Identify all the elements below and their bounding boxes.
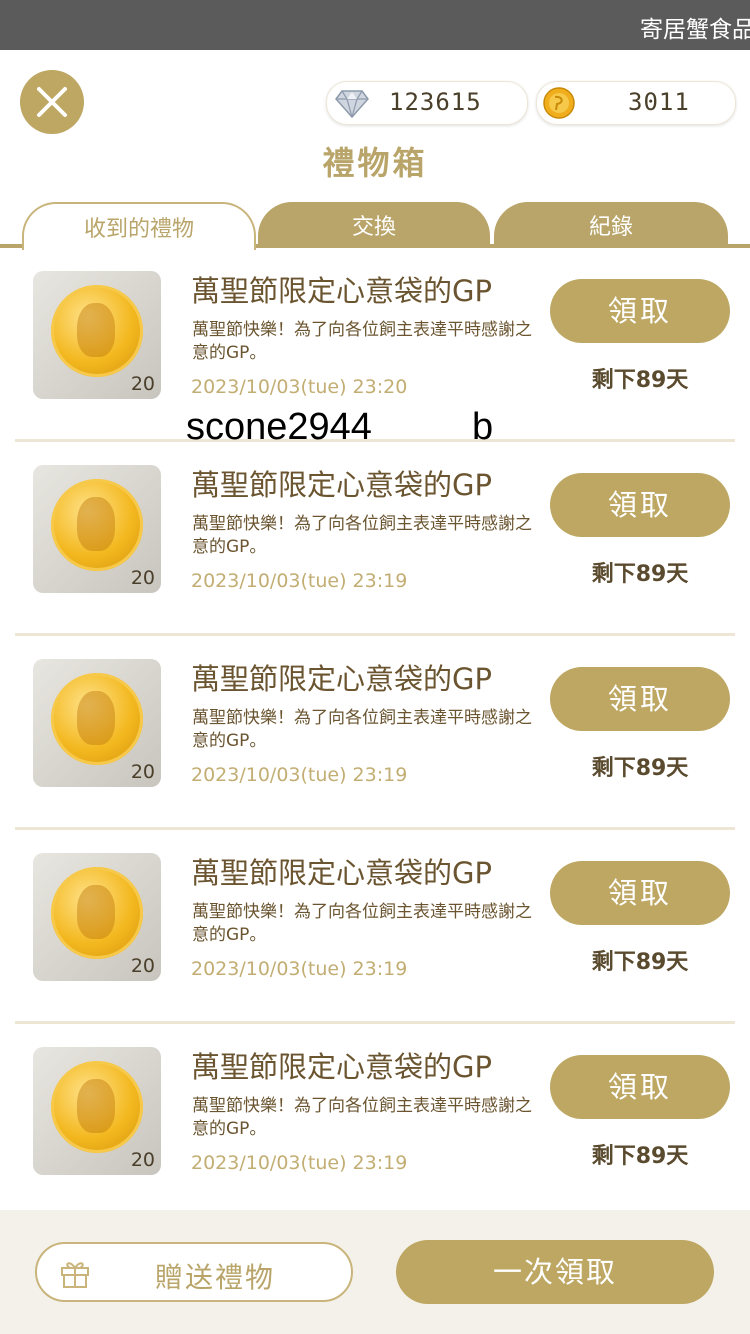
gift-date: 2023/10/03(tue) 23:19 bbox=[191, 570, 408, 592]
gift-date: 2023/10/03(tue) 23:20 bbox=[191, 376, 408, 398]
gift-description: 萬聖節快樂！為了向各位飼主表達平時感謝之意的GP。 bbox=[192, 320, 532, 363]
gp-coin-icon bbox=[51, 867, 143, 959]
gift-date: 2023/10/03(tue) 23:19 bbox=[191, 1152, 408, 1174]
gift-row: 20 萬聖節限定心意袋的GP 萬聖節快樂！為了向各位飼主表達平時感謝之意的GP。… bbox=[0, 830, 750, 1024]
gift-title: 萬聖節限定心意袋的GP bbox=[191, 856, 492, 890]
gift-quantity: 20 bbox=[130, 567, 155, 589]
gift-description: 萬聖節快樂！為了向各位飼主表達平時感謝之意的GP。 bbox=[192, 708, 532, 751]
days-remaining: 剩下89天 bbox=[591, 1144, 689, 1169]
gift-row: 20 萬聖節限定心意袋的GP 萬聖節快樂！為了向各位飼主表達平時感謝之意的GP。… bbox=[0, 1024, 750, 1218]
coin-balance: 3011 bbox=[536, 81, 736, 125]
days-remaining: 剩下89天 bbox=[591, 756, 689, 781]
coin-icon bbox=[543, 87, 575, 119]
claim-button[interactable]: 領取 bbox=[550, 667, 730, 731]
close-button[interactable] bbox=[20, 70, 84, 134]
claim-button[interactable]: 領取 bbox=[550, 861, 730, 925]
gift-thumbnail: 20 bbox=[33, 465, 161, 593]
gift-thumbnail: 20 bbox=[33, 271, 161, 399]
gift-description: 萬聖節快樂！為了向各位飼主表達平時感謝之意的GP。 bbox=[192, 902, 532, 945]
gift-thumbnail: 20 bbox=[33, 659, 161, 787]
gp-coin-icon bbox=[51, 1061, 143, 1153]
gift-quantity: 20 bbox=[130, 373, 155, 395]
status-bar: 寄居蟹食品 bbox=[0, 0, 750, 50]
claim-button[interactable]: 領取 bbox=[550, 1055, 730, 1119]
claim-button[interactable]: 領取 bbox=[550, 279, 730, 343]
gift-title: 萬聖節限定心意袋的GP bbox=[191, 468, 492, 502]
gp-coin-icon bbox=[51, 673, 143, 765]
days-remaining: 剩下89天 bbox=[591, 562, 689, 587]
gift-title: 萬聖節限定心意袋的GP bbox=[191, 1050, 492, 1084]
gift-description: 萬聖節快樂！為了向各位飼主表達平時感謝之意的GP。 bbox=[192, 1096, 532, 1139]
coin-count: 3011 bbox=[628, 88, 690, 116]
gift-icon bbox=[61, 1262, 89, 1288]
claim-button[interactable]: 領取 bbox=[550, 473, 730, 537]
claim-all-button[interactable]: 一次領取 bbox=[396, 1240, 714, 1304]
gift-title: 萬聖節限定心意袋的GP bbox=[191, 662, 492, 696]
days-remaining: 剩下89天 bbox=[591, 950, 689, 975]
send-gift-button[interactable]: 贈送禮物 bbox=[35, 1242, 353, 1302]
gift-quantity: 20 bbox=[130, 955, 155, 977]
gift-date: 2023/10/03(tue) 23:19 bbox=[191, 958, 408, 980]
send-gift-label: 贈送禮物 bbox=[155, 1261, 276, 1294]
days-remaining: 剩下89天 bbox=[591, 368, 689, 393]
page-title: 禮物箱 bbox=[322, 144, 428, 182]
bottom-action-bar: 贈送禮物 一次領取 bbox=[0, 1210, 750, 1334]
diamond-count: 123615 bbox=[389, 88, 482, 116]
gift-thumbnail: 20 bbox=[33, 1047, 161, 1175]
gp-coin-icon bbox=[51, 479, 143, 571]
gift-row: 20 萬聖節限定心意袋的GP 萬聖節快樂！為了向各位飼主表達平時感謝之意的GP。… bbox=[0, 248, 750, 442]
close-icon bbox=[37, 87, 67, 117]
tab-exchange[interactable]: 交換 bbox=[258, 202, 490, 248]
gift-quantity: 20 bbox=[130, 761, 155, 783]
gift-title: 萬聖節限定心意袋的GP bbox=[191, 274, 492, 308]
diamond-icon bbox=[335, 90, 369, 118]
gift-row: 20 萬聖節限定心意袋的GP 萬聖節快樂！為了向各位飼主表達平時感謝之意的GP。… bbox=[0, 636, 750, 830]
gift-thumbnail: 20 bbox=[33, 853, 161, 981]
diamond-balance: 123615 bbox=[326, 81, 528, 125]
gift-row: 20 萬聖節限定心意袋的GP 萬聖節快樂！為了向各位飼主表達平時感謝之意的GP。… bbox=[0, 442, 750, 636]
gp-coin-icon bbox=[51, 285, 143, 377]
marquee-text: 寄居蟹食品 bbox=[640, 17, 750, 43]
tab-received-gifts[interactable]: 收到的禮物 bbox=[22, 202, 256, 250]
gift-description: 萬聖節快樂！為了向各位飼主表達平時感謝之意的GP。 bbox=[192, 514, 532, 557]
gift-quantity: 20 bbox=[130, 1149, 155, 1171]
overlay-username: scone2944 bbox=[186, 406, 372, 448]
tab-history[interactable]: 紀錄 bbox=[494, 202, 728, 248]
overlay-suffix: b bbox=[472, 406, 494, 448]
gift-date: 2023/10/03(tue) 23:19 bbox=[191, 764, 408, 786]
